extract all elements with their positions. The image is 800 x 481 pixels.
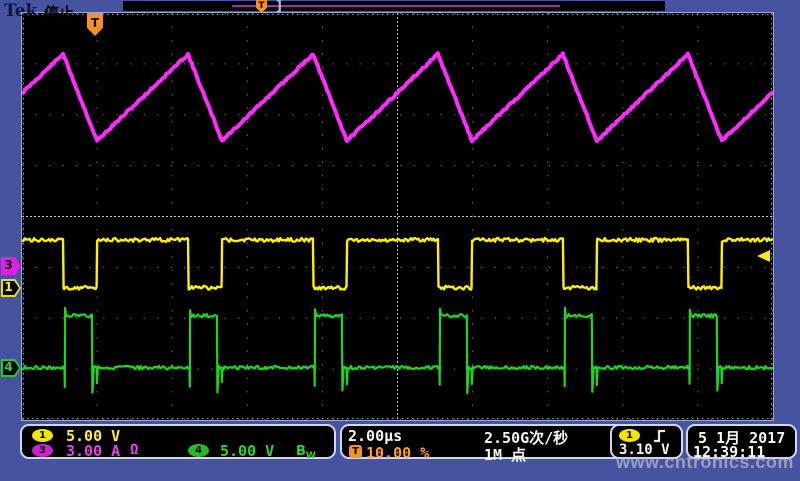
acquisition-status: 停止 [44,2,74,23]
ch3-badge[interactable]: 3 [32,444,53,457]
graticule [21,12,774,421]
watermark: www.cntronics.com [616,452,794,473]
tek-logo: Tek [4,1,37,21]
ch1-badge[interactable]: 1 [32,429,53,442]
bandwidth-limit-icon: BW [296,444,316,461]
ch3-scale-readout: 3.00 A [66,442,120,460]
channel-readout-box: 1 5.00 V 3 3.00 A Ω 4 5.00 V BW [20,424,336,459]
ch4-badge[interactable]: 4 [188,444,209,457]
ch1-ref-marker[interactable]: 1 [1,279,21,297]
trigger-source-badge[interactable]: 1 [619,429,640,442]
record-length-readout: 1M 点 [484,444,526,465]
trigger-level-arrow-icon[interactable] [757,250,770,262]
oscilloscope-screen: Tek 停止 T ] T 3 1 4 1 5.00 V 3 3.00 A Ω 4… [0,0,800,481]
ch4-ref-marker[interactable]: 4 [1,359,21,377]
record-view-bar: T ] [123,1,665,11]
ch3-coupling-readout: Ω [130,442,138,458]
trigger-position-readout: 10.00 % [366,444,429,462]
ch4-scale-readout: 5.00 V [220,442,274,460]
record-window-bracket: ] [276,0,282,14]
waveform-svg [22,13,773,420]
ch3-ref-marker[interactable]: 3 [1,257,21,275]
timebase-readout: 2.00µs [348,427,402,445]
trigger-t-icon: T [349,445,362,458]
